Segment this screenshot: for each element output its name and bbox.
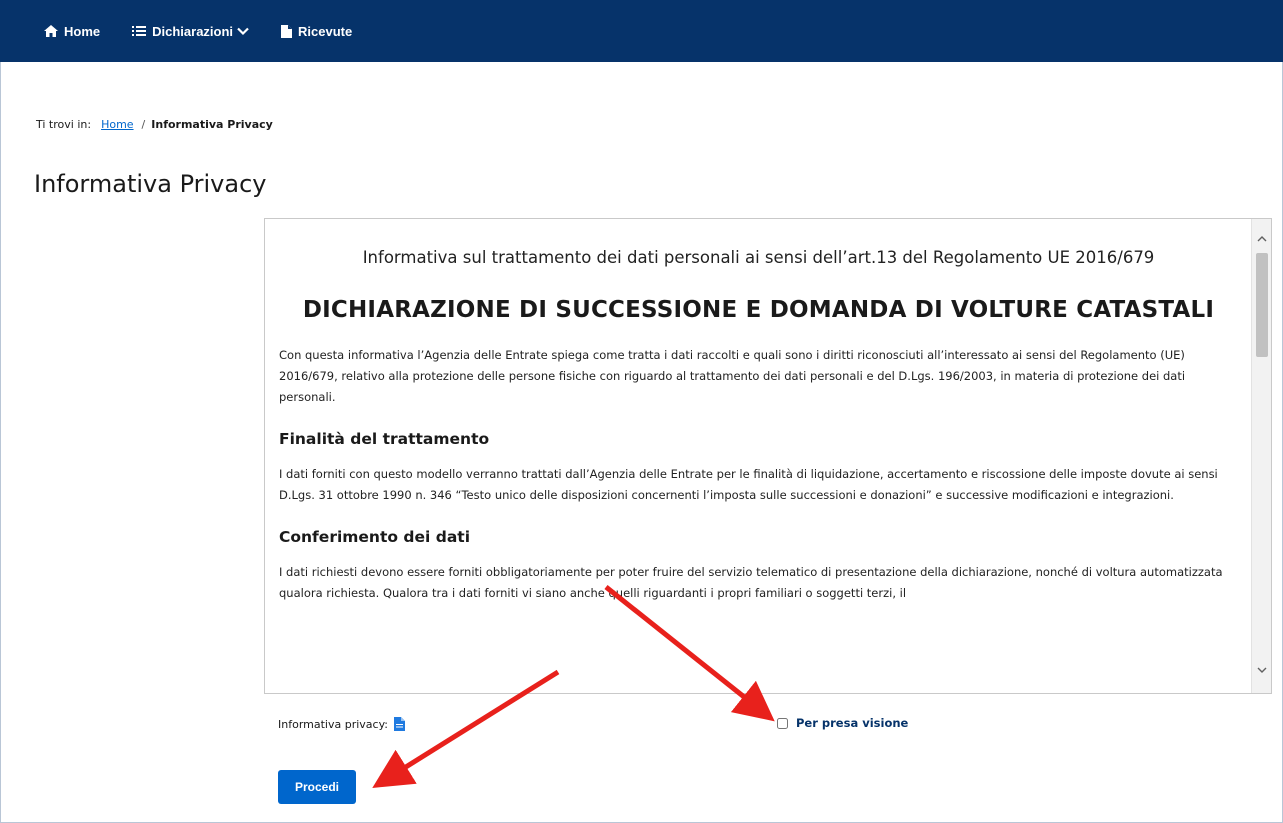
scroll-down-button[interactable] [1252,661,1271,679]
document-heading: DICHIARAZIONE DI SUCCESSIONE E DOMANDA D… [302,297,1215,323]
nav-label-dichiarazioni: Dichiarazioni [152,23,234,39]
privacy-download: Informativa privacy: [278,717,405,731]
privacy-label: Informativa privacy: [278,717,388,731]
breadcrumb-separator: / [141,118,146,131]
top-navigation: Home Dichiarazioni Ricevute [0,0,1283,62]
scroll-thumb[interactable] [1256,253,1268,357]
document-subtitle: Informativa sul trattamento dei dati per… [362,248,1155,267]
proceed-button[interactable]: Procedi [278,770,356,804]
breadcrumb-current: Informativa Privacy [151,118,273,131]
nav-item-dichiarazioni[interactable]: Dichiarazioni [132,24,249,39]
section-text-finalita: I dati forniti con questo modello verran… [279,467,1218,502]
document-icon [281,24,293,38]
document-intro: Con questa informativa l’Agenzia delle E… [279,348,1186,404]
chevron-up-icon [1257,235,1267,241]
nav-label-home: Home [64,23,101,39]
page-title: Informativa Privacy [34,170,267,198]
scroll-up-button[interactable] [1252,229,1271,247]
section-title-finalita: Finalità del trattamento [279,430,490,448]
breadcrumb: Ti trovi in: Home / Informativa Privacy [36,118,273,131]
nav-label-ricevute: Ricevute [298,23,353,39]
consent-label[interactable]: Per presa visione [796,716,908,730]
privacy-document-panel[interactable]: Informativa sul trattamento dei dati per… [264,218,1272,694]
chevron-down-icon [237,27,249,35]
privacy-footer-row: Informativa privacy: Per presa visione [278,714,1272,736]
breadcrumb-prefix: Ti trovi in: [36,118,92,131]
document-scrollbar[interactable] [1251,219,1271,693]
chevron-down-icon [1257,667,1267,673]
nav-item-ricevute[interactable]: Ricevute [281,24,352,39]
home-icon [44,25,58,37]
nav-item-home[interactable]: Home [44,24,100,39]
file-icon[interactable] [394,717,405,731]
breadcrumb-home-link[interactable]: Home [101,118,133,131]
section-title-conferimento: Conferimento dei dati [279,528,471,546]
list-icon [132,26,147,36]
consent-checkbox-row[interactable]: Per presa visione [777,716,908,730]
section-text-conferimento: I dati richiesti devono essere forniti o… [279,565,1223,600]
privacy-document-content: Informativa sul trattamento dei dati per… [265,219,1252,693]
consent-checkbox[interactable] [777,717,788,729]
